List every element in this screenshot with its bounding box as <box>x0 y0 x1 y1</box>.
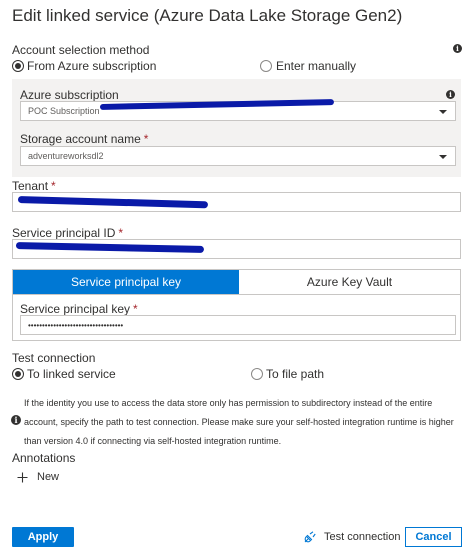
service-principal-id-label: Service principal ID * <box>12 226 124 240</box>
info-icon[interactable]: i <box>446 90 455 99</box>
radio-label-enter-manually: Enter manually <box>276 59 357 73</box>
test-connection-label-text: Test connection <box>324 531 401 543</box>
tab-azure-key-vault[interactable]: Azure Key Vault <box>239 270 460 294</box>
radio-label-from-azure-subscription: From Azure subscription <box>27 59 157 73</box>
service-principal-key-input[interactable]: •••••••••••••••••••••••••••••••••• <box>20 315 456 335</box>
info-icon[interactable]: i <box>453 44 462 53</box>
radio-from-azure-subscription[interactable] <box>12 60 24 72</box>
annotations-label: Annotations <box>12 451 76 465</box>
service-principal-key-label: Service principal key * <box>20 302 138 316</box>
radio-label-to-file-path: To file path <box>266 367 325 381</box>
apply-button[interactable]: Apply <box>12 527 74 547</box>
cancel-button[interactable]: Cancel <box>405 527 462 547</box>
storage-account-label: Storage account name * <box>20 132 149 146</box>
radio-to-file-path[interactable] <box>251 368 263 380</box>
info-icon: i <box>11 415 21 425</box>
radio-to-linked-service[interactable] <box>12 368 24 380</box>
tenant-label: Tenant * <box>12 179 56 193</box>
test-connection-label: Test connection <box>12 351 96 365</box>
chevron-down-icon <box>439 155 447 159</box>
storage-account-select[interactable]: adventureworksdl2 <box>20 146 456 166</box>
radio-label-to-linked-service: To linked service <box>27 367 116 381</box>
test-connection-note: If the identity you use to access the da… <box>24 398 454 446</box>
auth-method-tabs: Service principal key Azure Key Vault <box>12 269 461 295</box>
subscription-label: Azure subscription <box>20 88 119 102</box>
radio-enter-manually[interactable] <box>260 60 272 72</box>
subscription-value: POC Subscription <box>28 106 100 116</box>
plug-icon <box>304 531 316 543</box>
add-annotation-label: New <box>37 471 60 483</box>
service-principal-key-value: •••••••••••••••••••••••••••••••••• <box>28 321 124 330</box>
tab-service-principal-key[interactable]: Service principal key <box>13 270 239 294</box>
add-annotation-button[interactable]: New <box>17 470 167 486</box>
storage-account-value: adventureworksdl2 <box>28 151 104 161</box>
page-title: Edit linked service (Azure Data Lake Sto… <box>12 6 403 25</box>
chevron-down-icon <box>439 110 447 114</box>
account-selection-label: Account selection method <box>12 43 150 57</box>
plus-icon <box>17 472 28 483</box>
